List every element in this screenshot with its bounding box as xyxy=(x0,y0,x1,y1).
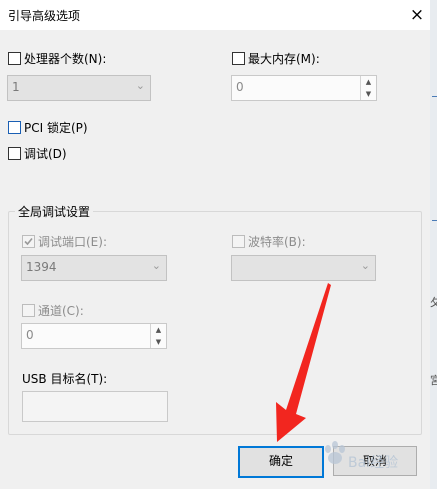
annotation-arrow xyxy=(276,283,331,442)
